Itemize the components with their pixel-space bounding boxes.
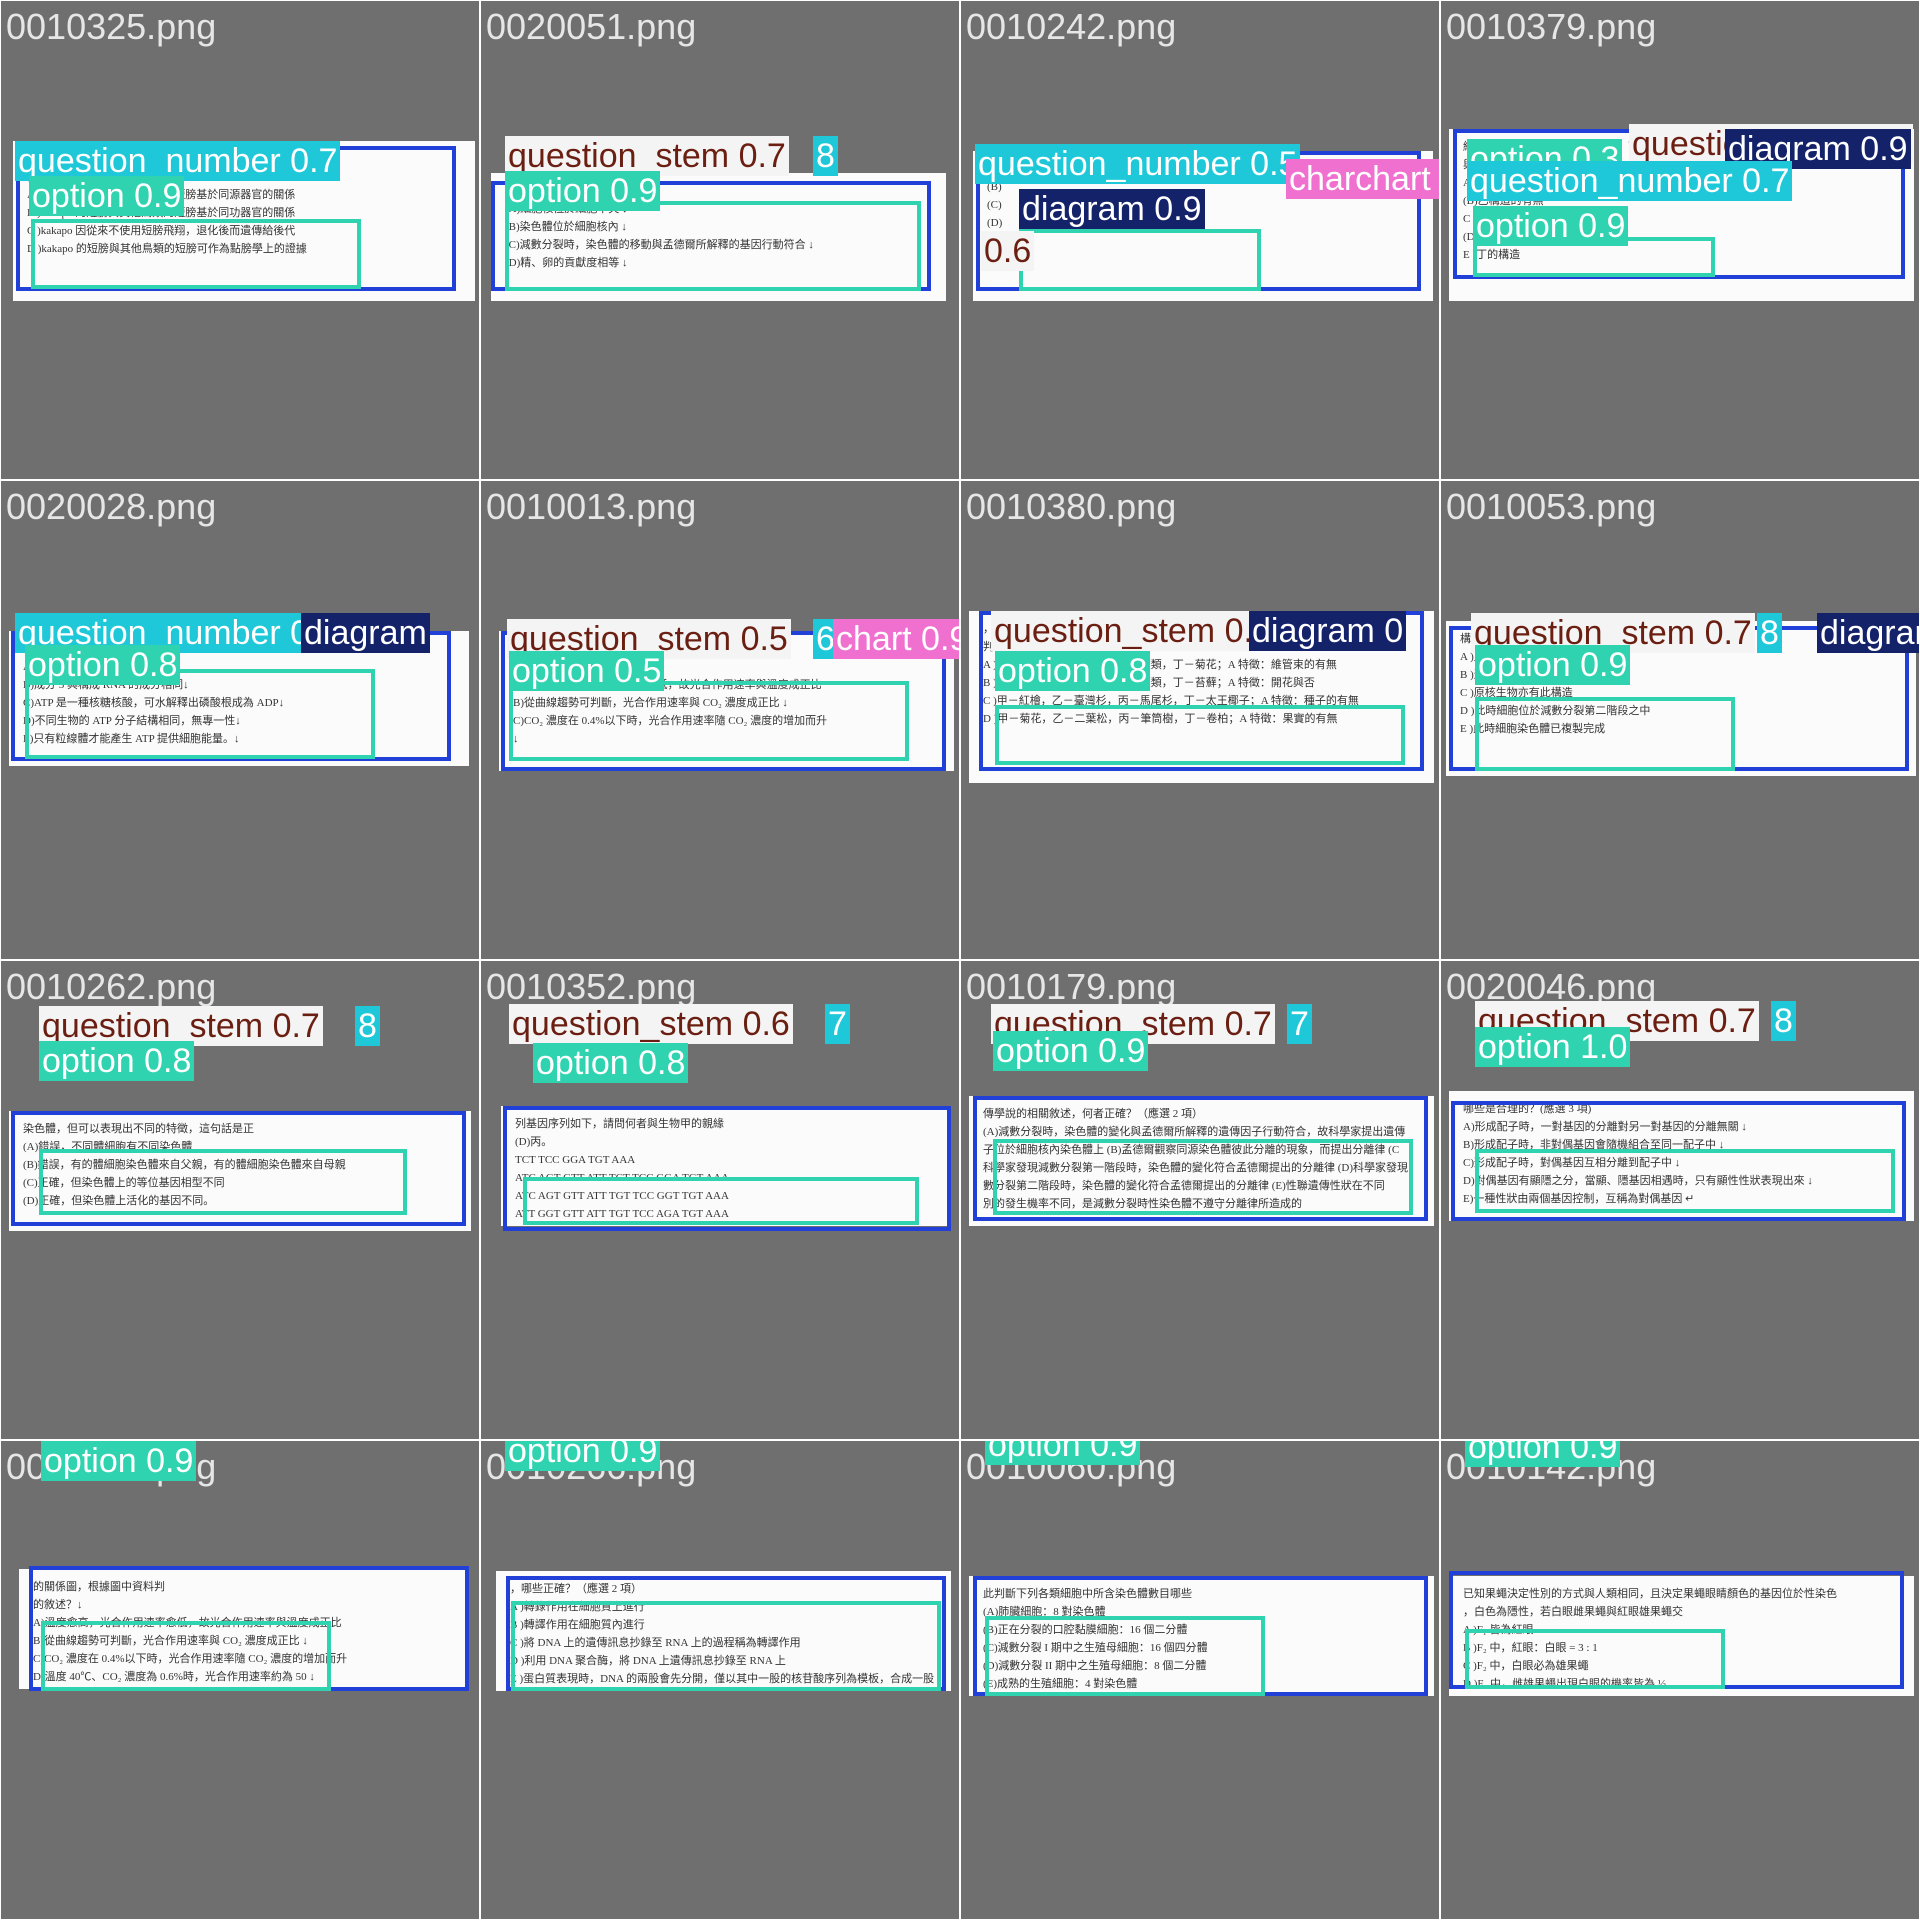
option-box bbox=[985, 1616, 1265, 1696]
detection-label: question_stem 0.8 bbox=[991, 611, 1275, 651]
detection-label: option 0.9 bbox=[29, 176, 185, 216]
detection-label: option 0.9 bbox=[985, 1441, 1141, 1465]
result-tile: 0010179.png 傳學說的相關敘述，何者正確？（應選 2 項） (A)減數分裂… bbox=[961, 961, 1439, 1439]
tile-filename: 0010262.png bbox=[6, 966, 217, 1007]
result-tile: 0020046.png 哪些是合理的？(應選 3 項) A)形成配子時，一對基因的分… bbox=[1441, 961, 1919, 1439]
detection-label: option 0.9 bbox=[1475, 645, 1631, 685]
detection-label: 8 bbox=[355, 1006, 380, 1046]
tile-filename: 0010242.png bbox=[966, 6, 1177, 47]
detection-label: 7 bbox=[825, 1004, 850, 1044]
detection-label: diagram 0.9 bbox=[1817, 613, 1919, 653]
detection-label: question_stem 0.6 bbox=[509, 1004, 793, 1044]
result-tile: 0010242.png(A)(B)(C)(D)question_number 0… bbox=[961, 1, 1439, 479]
detection-label: option 0.9 bbox=[505, 1441, 661, 1471]
tile-filename: 0010325.png bbox=[6, 6, 217, 47]
tile-filename: 0010179.png bbox=[966, 966, 1177, 1007]
detection-label: diagram 0 bbox=[1249, 611, 1407, 651]
detection-label: option 0.9 bbox=[1465, 1441, 1621, 1467]
result-tile: 0010060.png 此判斷下列各類細胞中所含染色體數目哪些 (A)肺臟細胞：8 … bbox=[961, 1441, 1439, 1919]
result-tile: 0010266.png，哪些正確？（應選 2 項）A )轉錄作用在細胞質上進行B… bbox=[481, 1441, 959, 1919]
option-box bbox=[1465, 1629, 1725, 1689]
tile-filename: 0010380.png bbox=[966, 486, 1177, 527]
detection-label: question_number 0.7 bbox=[15, 141, 341, 181]
detection-label: 8 bbox=[1757, 613, 1782, 653]
detection-label: option 0.9 bbox=[505, 171, 661, 211]
detection-label: question_number 0.5 bbox=[975, 144, 1301, 184]
detection-label: question_number 0.7 bbox=[1467, 161, 1793, 201]
option-box bbox=[995, 705, 1405, 765]
option-box bbox=[511, 1601, 941, 1691]
detection-label: 0.6 bbox=[981, 231, 1035, 271]
detection-label: option 0.8 bbox=[995, 651, 1151, 691]
detection-label: option 0.8 bbox=[39, 1041, 195, 1081]
result-tile: 0020051.png基因位於細胞核內？↓(A)細胞核位於細胞中央 ↓(B)染色… bbox=[481, 1, 959, 479]
tile-filename: 0010379.png bbox=[1446, 6, 1657, 47]
option-box bbox=[1475, 1149, 1895, 1213]
detection-label: option 0.9 bbox=[41, 1441, 197, 1481]
detection-label: 7 bbox=[1287, 1004, 1312, 1044]
option-box bbox=[505, 201, 921, 291]
result-tile: 0010379.png細胞中的構造，其中甲、乙、丙、丁分別代表著類與遠處染色體的… bbox=[1441, 1, 1919, 479]
tile-filename: 0020051.png bbox=[486, 6, 697, 47]
detection-label: diagram 0.9 bbox=[1019, 189, 1205, 229]
option-box bbox=[993, 1139, 1413, 1215]
tile-filename: 0010013.png bbox=[486, 486, 697, 527]
detection-label: 8 bbox=[1771, 1001, 1796, 1041]
detection-label: 8 bbox=[813, 136, 838, 176]
result-tile: 0010013.png的關係圖，根據圖中資料判斷下列哪些正確？↓A)溫度愈高，光… bbox=[481, 481, 959, 959]
detection-label: option 0.8 bbox=[25, 645, 181, 685]
tile-filename: 0010352.png bbox=[486, 966, 697, 1007]
detection-label: option 1.0 bbox=[1475, 1027, 1631, 1067]
result-tile: 0010014.png的關係圖，根據圖中資料判的敘述？↓A)溫度愈高，光合作用速… bbox=[1, 1441, 479, 1919]
detection-label: option 0.9 bbox=[993, 1031, 1149, 1071]
tile-filename: 0010053.png bbox=[1446, 486, 1657, 527]
detection-label: charchart 0.3 bbox=[1286, 159, 1439, 199]
detection-label: question_stem 0.7 bbox=[39, 1006, 323, 1046]
option-box bbox=[1475, 697, 1735, 771]
result-tile: 0020028.png有關 ATP 的敘述哪些正確？A)葡萄糖 2、3、4 碳為… bbox=[1, 481, 479, 959]
detection-label: option 0.5 bbox=[509, 651, 665, 691]
result-tile: 0010380.png，已知乙與丙為一類雙親配內，判斷植物間的依據。A )甲－兩… bbox=[961, 481, 1439, 959]
tile-filename: 0020028.png bbox=[6, 486, 217, 527]
option-box bbox=[31, 219, 361, 289]
detection-label: question_stem 0.7 bbox=[505, 136, 789, 176]
option-box bbox=[1019, 229, 1261, 291]
result-tile: 0010142.png已知果蠅決定性別的方式與人類相同，且決定果蠅眼睛顏色的基因… bbox=[1441, 1441, 1919, 1919]
detection-label: diagram bbox=[301, 613, 430, 653]
option-box bbox=[523, 1177, 919, 1225]
detection-results-grid: 0010325.png無法被行的為類，其短暗已經退化不具有被行，何者正確？A )… bbox=[0, 0, 1920, 1920]
result-tile: 0010352.png 列基因序列如下，請問何者與生物甲的親緣 (D)丙。 TCT T… bbox=[481, 961, 959, 1439]
detection-label: option 0.9 bbox=[1473, 206, 1629, 246]
result-tile: 0010262.png 染色體，但可以表現出不同的特徵，這句話是正 (A)錯誤，不同… bbox=[1, 961, 479, 1439]
option-box bbox=[509, 681, 909, 761]
detection-label: option 0.8 bbox=[533, 1043, 689, 1083]
result-tile: 0010325.png無法被行的為類，其短暗已經退化不具有被行，何者正確？A )… bbox=[1, 1, 479, 479]
option-box bbox=[41, 1621, 331, 1691]
result-tile: 0010053.png構造如附圖，關於此細胞的敘述哪些A )此圖於人體的表皮細胞… bbox=[1441, 481, 1919, 959]
option-box bbox=[39, 1149, 407, 1215]
detection-label: chart 0.9 bbox=[833, 619, 959, 659]
